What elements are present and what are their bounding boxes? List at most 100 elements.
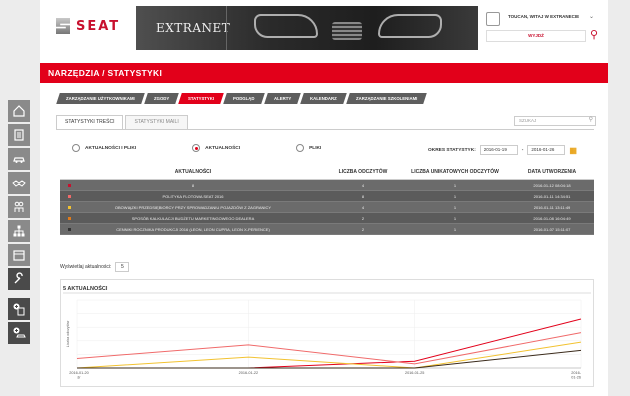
stats-table: AKTUALNOŚCI LICZBA ODCZYTÓW LICZBA UNIKA… <box>60 165 594 235</box>
unique-cell: 1 <box>453 194 457 199</box>
series-line <box>76 341 582 369</box>
tab-alerts[interactable]: ALERTY <box>263 93 301 104</box>
show-count-label: Wyświetlaj aktualności: <box>60 264 112 270</box>
column-header[interactable]: AKTUALNOŚCI <box>60 165 326 179</box>
table-header: AKTUALNOŚCI LICZBA ODCZYTÓW LICZBA UNIKA… <box>60 165 594 180</box>
home-icon[interactable] <box>8 100 30 122</box>
reads-cell: 8 <box>361 194 365 199</box>
unique-cell: 1 <box>453 183 457 188</box>
handshake-icon[interactable] <box>8 172 30 194</box>
subtab-content-stats[interactable]: STATYSTYKI TREŚCI <box>56 115 124 129</box>
x-tick-label: 2016- <box>571 371 581 375</box>
date-to-input[interactable]: 2016-01-26 <box>527 145 566 155</box>
chevron-down-icon[interactable]: ⌄ <box>589 13 594 20</box>
add-document-icon[interactable] <box>8 298 30 320</box>
reads-cell: 2 <box>361 227 365 232</box>
brand-name: SEAT <box>76 18 121 34</box>
x-tick-label: śr <box>77 376 81 380</box>
date-from-input[interactable]: 2016-01-19 <box>479 145 518 155</box>
tab-calendar[interactable]: KALENDARZ <box>300 93 347 104</box>
store-icon[interactable] <box>8 244 30 266</box>
radio-button[interactable] <box>72 144 80 152</box>
unique-cell: 1 <box>453 227 457 232</box>
hero-divider <box>226 6 227 50</box>
car-icon[interactable] <box>8 148 30 170</box>
series-color-swatch <box>68 228 71 231</box>
radio-news-and-files[interactable]: AKTUALNOŚCI I PLIKI <box>72 144 136 152</box>
document-icon[interactable] <box>8 124 30 146</box>
column-header[interactable]: LICZBA UNIKATOWYCH ODCZYTÓW <box>400 165 510 179</box>
tab-label: ZARZĄDZANIE UŻYTKOWNIKAMI <box>66 96 135 101</box>
date-cell: 2016-01-12 08:04:18 <box>533 183 571 188</box>
y-axis-label: Liczba odczytów <box>66 320 70 347</box>
date-cell: 2016-01-11 13:11:49 <box>533 205 571 210</box>
page: SEAT EXTRANET TOUCAN, WITAJ W EXTRANECIE… <box>0 0 630 396</box>
search-icon[interactable]: ⚲ <box>590 28 598 41</box>
table-row[interactable]: OBOWIĄZKI PRZEDSIĘBIORCY PRZY SPROWADZAN… <box>60 202 594 213</box>
tab-training-management[interactable]: ZARZĄDZANIE SZKOLENIAMI <box>345 93 427 104</box>
x-tick-label: 2016-01-25 <box>405 371 424 375</box>
tab-statistics[interactable]: STATYSTYKI <box>178 93 224 104</box>
search-icon[interactable]: ⚲ <box>589 116 593 124</box>
title-cell: CENNIKI ROCZNIKA PRODUKCJI 2016 (LEON, L… <box>60 224 326 234</box>
main-tabs: ZARZĄDZANIE UŻYTKOWNIKAMI ZGODY STATYSTY… <box>56 93 428 105</box>
radio-files[interactable]: PLIKI <box>296 144 321 152</box>
period-label: OKRES STATYSTYK: <box>428 147 476 153</box>
table-row[interactable]: SPOSÓB KALKULACJI BUDŻETU MARKETINGOWEGO… <box>60 213 594 224</box>
unique-cell: 1 <box>453 216 457 221</box>
series-line <box>76 332 582 365</box>
subtab-divider <box>56 129 594 130</box>
hero-title: EXTRANET <box>156 21 231 35</box>
org-chart-icon[interactable] <box>8 220 30 242</box>
table-body: 8 4 1 2016-01-12 08:04:18 POLITYKA FLOTO… <box>60 180 594 235</box>
logout-button[interactable]: WYJDŹ <box>486 30 586 42</box>
series-color-swatch <box>68 195 71 198</box>
seat-logo-icon <box>56 18 70 34</box>
show-count-input[interactable]: 5 <box>115 262 130 272</box>
subtabs: STATYSTYKI TREŚCI STATYSTYKI MAILI <box>56 115 190 129</box>
search-input[interactable]: SZUKAJ ⚲ <box>514 116 596 126</box>
title-cell: POLITYKA FLOTOWA SEAT 2016 <box>60 191 326 201</box>
radio-news[interactable]: AKTUALNOŚCI <box>192 144 240 152</box>
seat-logo[interactable]: SEAT <box>56 18 120 34</box>
row-title: CENNIKI ROCZNIKA PRODUKCJI 2016 (LEON, L… <box>116 227 270 232</box>
calendar-icon[interactable]: ▦ <box>569 146 577 155</box>
row-title: OBOWIĄZKI PRZEDSIĘBIORCY PRZY SPROWADZAN… <box>114 205 272 210</box>
title-cell: 8 <box>60 180 326 190</box>
search-placeholder: SZUKAJ <box>519 118 537 123</box>
sidebar <box>8 100 32 346</box>
tab-label: ZARZĄDZANIE SZKOLENIAMI <box>355 96 417 101</box>
column-header[interactable]: LICZBA ODCZYTÓW <box>326 165 400 179</box>
column-header[interactable]: DATA UTWORZENIA <box>510 165 594 179</box>
header: SEAT EXTRANET TOUCAN, WITAJ W EXTRANECIE… <box>40 0 608 56</box>
chart-svg: 5 AKTUALNOŚCI Liczba odczytów 2016-01-20śr… <box>63 285 591 380</box>
radio-label: AKTUALNOŚCI I PLIKI <box>85 145 137 151</box>
avatar[interactable] <box>486 12 500 26</box>
date-cell: 2016-01-08 16:04:49 <box>533 216 571 221</box>
main-panel: SEAT EXTRANET TOUCAN, WITAJ W EXTRANECIE… <box>40 0 608 396</box>
x-tick-label: 2016-01-20 <box>69 371 88 375</box>
date-separator: - <box>521 147 524 153</box>
table-row[interactable]: 8 4 1 2016-01-12 08:04:18 <box>60 180 594 191</box>
user-name[interactable]: TOUCAN, WITAJ W EXTRANECIE <box>508 14 579 19</box>
tab-consents[interactable]: ZGODY <box>143 93 179 104</box>
wrench-icon[interactable] <box>8 268 30 290</box>
table-row[interactable]: CENNIKI ROCZNIKA PRODUKCJI 2016 (LEON, L… <box>60 224 594 235</box>
show-count-control: Wyświetlaj aktualności: 5 <box>60 262 130 272</box>
row-title: SPOSÓB KALKULACJI BUDŻETU MARKETINGOWEGO… <box>131 216 255 221</box>
add-car-icon[interactable] <box>8 322 30 344</box>
headlight-left-icon <box>254 14 318 38</box>
user-box: TOUCAN, WITAJ W EXTRANECIE ⌄ WYJDŹ ⚲ <box>486 10 598 44</box>
car-grille-icon <box>332 22 362 40</box>
reads-cell: 4 <box>361 183 365 188</box>
tab-label: ALERTY <box>273 96 291 101</box>
tab-label: ZGODY <box>153 96 170 101</box>
users-icon[interactable] <box>8 196 30 218</box>
table-row[interactable]: POLITYKA FLOTOWA SEAT 2016 8 1 2016-01-1… <box>60 191 594 202</box>
tab-preview[interactable]: PODGLĄD <box>223 93 265 104</box>
tab-user-management[interactable]: ZARZĄDZANIE UŻYTKOWNIKAMI <box>56 93 145 104</box>
subtab-mail-stats[interactable]: STATYSTYKI MAILI <box>125 115 188 129</box>
date-cell: 2016-01-07 15:11:07 <box>533 227 571 232</box>
radio-button[interactable] <box>296 144 305 152</box>
radio-button[interactable] <box>192 144 201 152</box>
